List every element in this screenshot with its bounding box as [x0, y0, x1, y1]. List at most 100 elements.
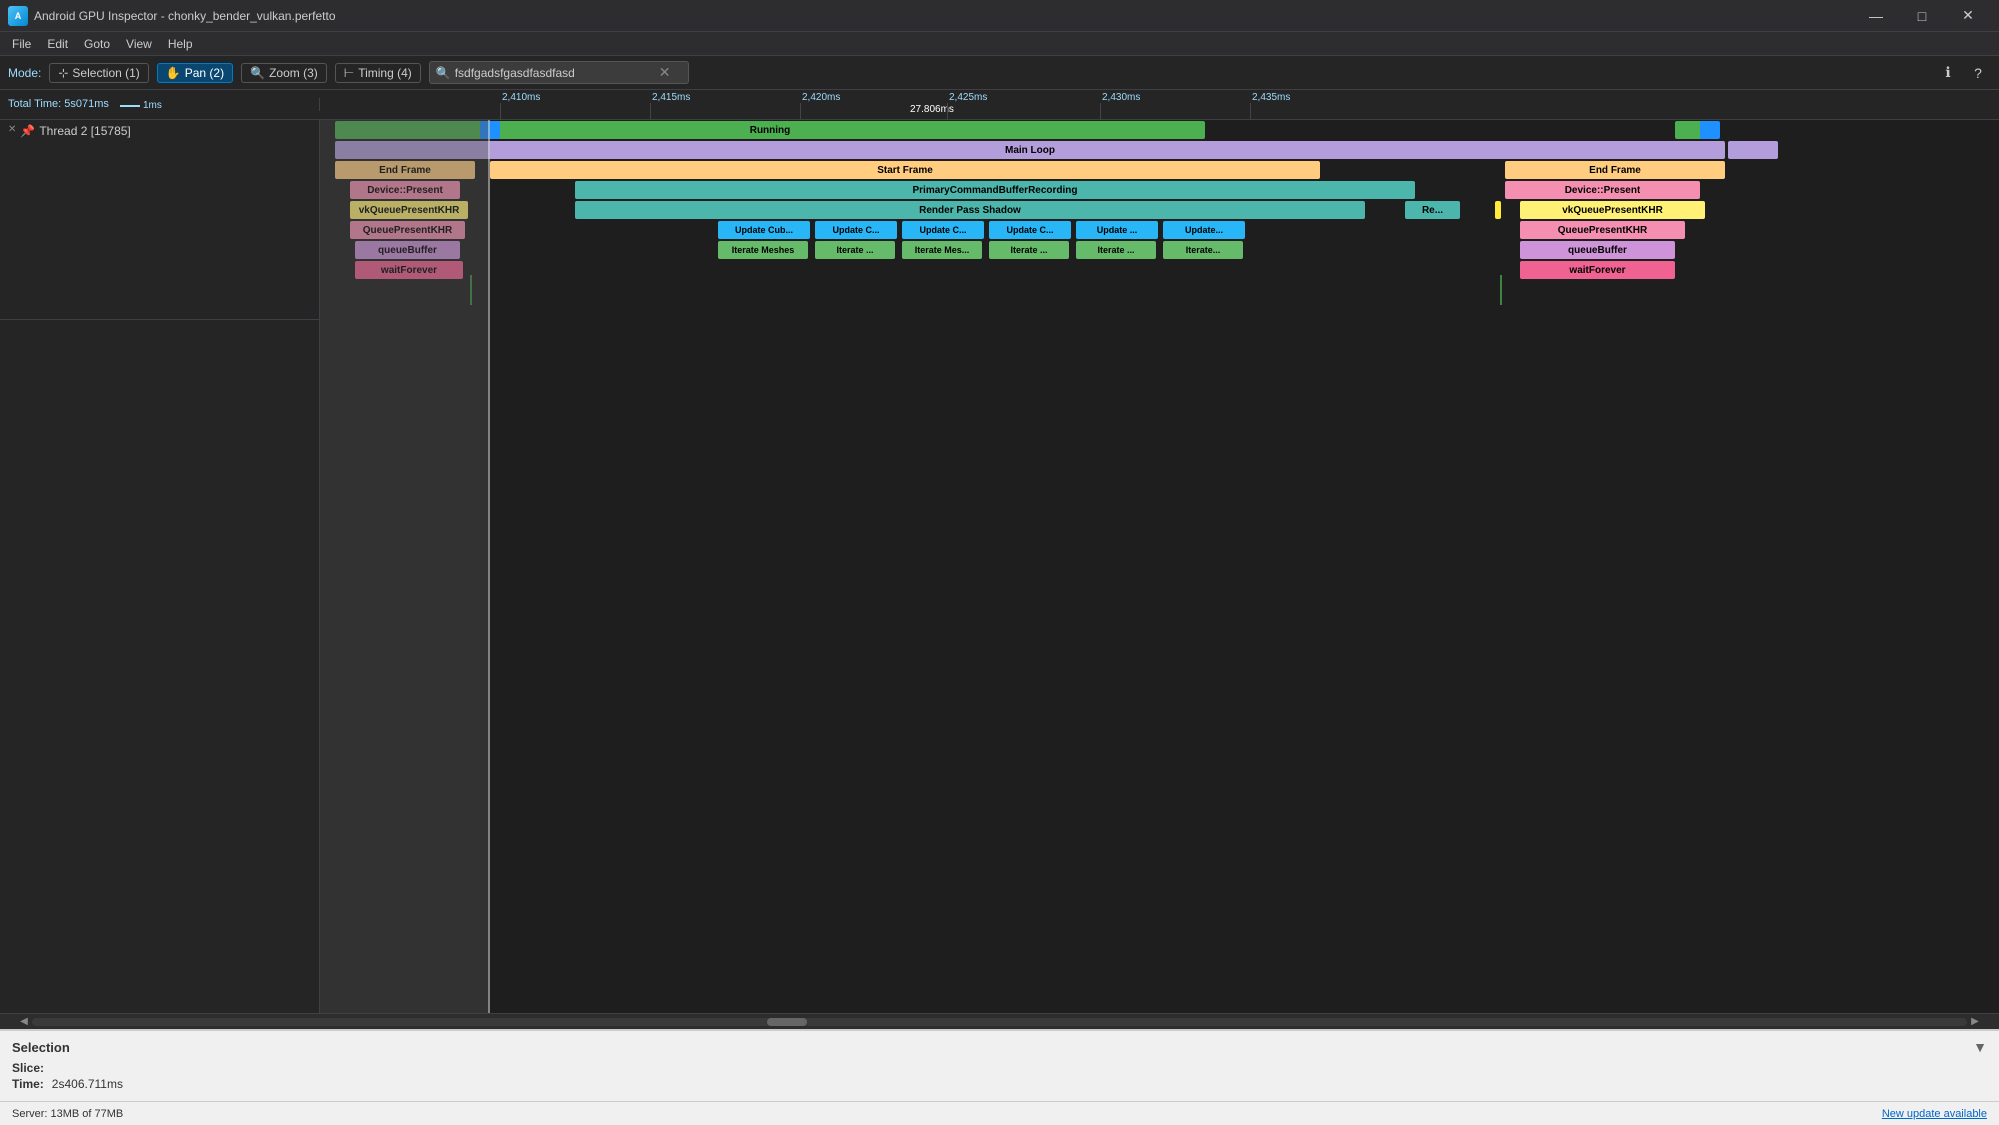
start-frame-span[interactable]: Start Frame [490, 161, 1320, 179]
title-text: Android GPU Inspector - chonky_bender_vu… [34, 9, 1853, 23]
render-pass-shadow-span[interactable]: Render Pass Shadow [575, 201, 1365, 219]
iterate-4-span[interactable]: Iterate... [1163, 241, 1243, 259]
menu-edit[interactable]: Edit [39, 35, 76, 53]
mode-zoom-button[interactable]: 🔍 Zoom (3) [241, 63, 327, 83]
frame-separator-1 [470, 275, 472, 305]
close-button[interactable]: ✕ [1945, 0, 1991, 32]
update-c1-span[interactable]: Update C... [815, 221, 897, 239]
device-present-span-1[interactable]: Device::Present [350, 181, 460, 199]
ruler-tick: 2,425ms [947, 90, 987, 119]
vkqueue-span-2[interactable]: vkQueuePresentKHR [1520, 201, 1705, 219]
queuepresent-span-2[interactable]: QueuePresentKHR [1520, 221, 1685, 239]
vkqueue-span-1[interactable]: vkQueuePresentKHR [350, 201, 468, 219]
update-cub-span[interactable]: Update Cub... [718, 221, 810, 239]
menu-view[interactable]: View [118, 35, 160, 53]
queuebuffer-track: queueBuffer Iterate Meshes Iterate ... I… [320, 240, 1999, 260]
mode-label: Mode: [8, 66, 41, 80]
scroll-left-button[interactable]: ◀ [16, 1016, 32, 1027]
update-c3-span[interactable]: Update C... [989, 221, 1071, 239]
time-value: 2s406.711ms [52, 1077, 123, 1091]
waitforever-span-2[interactable]: waitForever [1520, 261, 1675, 279]
timing-icon: ⊢ [344, 66, 354, 80]
device-present-span-2[interactable]: Device::Present [1505, 181, 1700, 199]
main-loop-track: Main Loop [320, 140, 1999, 160]
end-frame-span-2[interactable]: End Frame [1505, 161, 1725, 179]
selection-title: Selection [12, 1040, 70, 1055]
queuepresent-span-1[interactable]: QueuePresentKHR [350, 221, 465, 239]
queuebuffer-span-1[interactable]: queueBuffer [355, 241, 460, 259]
minimize-button[interactable]: — [1853, 0, 1899, 32]
search-clear-button[interactable]: ✕ [659, 64, 671, 81]
main-loop-span-2[interactable] [1728, 141, 1778, 159]
selection-collapse-button[interactable]: ▼ [1973, 1039, 1987, 1055]
timeline-left-header: Total Time: 5s071ms 1ms [0, 98, 320, 112]
re-span[interactable]: Re... [1405, 201, 1460, 219]
vkqueue-track: vkQueuePresentKHR Render Pass Shadow Re.… [320, 200, 1999, 220]
thread-pin-button[interactable]: 📌 [20, 124, 35, 138]
zoom-icon: 🔍 [250, 66, 265, 80]
horizontal-scrollbar[interactable]: ◀ ▶ [0, 1013, 1999, 1029]
slice-label: Slice: [12, 1061, 44, 1075]
scroll-right-button[interactable]: ▶ [1967, 1016, 1983, 1027]
status-bar: Server: 13MB of 77MB New update availabl… [0, 1101, 1999, 1125]
help-button[interactable]: ? [1965, 60, 1991, 86]
maximize-button[interactable]: □ [1899, 0, 1945, 32]
info-button[interactable]: ℹ [1935, 60, 1961, 86]
scale-line [120, 105, 140, 107]
selection-icon: ⊹ [58, 66, 68, 80]
iterate-mes-span[interactable]: Iterate Mes... [902, 241, 982, 259]
thread-label-row: ✕ 📌 Thread 2 [15785] [0, 120, 319, 320]
menu-goto[interactable]: Goto [76, 35, 118, 53]
bottom-panel: Selection ▼ Slice: Time: 2s406.711ms [0, 1029, 1999, 1101]
toolbar: Mode: ⊹ Selection (1) ✋ Pan (2) 🔍 Zoom (… [0, 56, 1999, 90]
pan-icon: ✋ [166, 66, 181, 80]
running-track: Running [320, 120, 1999, 140]
waitforever-track: waitForever waitForever [320, 260, 1999, 280]
iterate-1-span[interactable]: Iterate ... [815, 241, 895, 259]
running-blue-span[interactable] [480, 121, 500, 139]
primary-cmd-span[interactable]: PrimaryCommandBufferRecording [575, 181, 1415, 199]
iterate-meshes-span[interactable]: Iterate Meshes [718, 241, 808, 259]
window-controls: — □ ✕ [1853, 0, 1991, 32]
mode-selection-button[interactable]: ⊹ Selection (1) [49, 63, 148, 83]
iterate-3-span[interactable]: Iterate ... [1076, 241, 1156, 259]
time-row: Time: 2s406.711ms [12, 1077, 1987, 1091]
menu-file[interactable]: File [4, 35, 39, 53]
ruler-tick: 2,415ms [650, 90, 690, 119]
search-box: 🔍 ✕ [429, 61, 689, 84]
running-blue-span-2[interactable] [1700, 121, 1720, 139]
frame-track: End Frame Start Frame End Frame [320, 160, 1999, 180]
main-loop-span[interactable]: Main Loop [335, 141, 1725, 159]
running-span[interactable]: Running [335, 121, 1205, 139]
selection-header: Selection ▼ [12, 1039, 1987, 1055]
scroll-thumb[interactable] [767, 1018, 807, 1026]
update-4-span[interactable]: Update ... [1076, 221, 1158, 239]
total-time-label: Total Time: 5s071ms [8, 98, 109, 110]
time-label: Time: [12, 1077, 44, 1091]
search-input[interactable] [455, 66, 655, 80]
timeline-tracks[interactable]: Running Main Loop [320, 120, 1999, 1013]
mode-timing-button[interactable]: ⊢ Timing (4) [335, 63, 421, 83]
scroll-track[interactable] [32, 1018, 1967, 1026]
update-c2-span[interactable]: Update C... [902, 221, 984, 239]
ruler-tick: 2,420ms [800, 90, 840, 119]
yellow-indicator [1495, 201, 1501, 219]
iterate-2-span[interactable]: Iterate ... [989, 241, 1069, 259]
end-frame-span-1[interactable]: End Frame [335, 161, 475, 179]
title-bar: A Android GPU Inspector - chonky_bender_… [0, 0, 1999, 32]
menu-bar: File Edit Goto View Help [0, 32, 1999, 56]
device-present-track: Device::Present PrimaryCommandBufferReco… [320, 180, 1999, 200]
search-icon: 🔍 [436, 66, 451, 80]
mode-pan-button[interactable]: ✋ Pan (2) [157, 63, 233, 83]
update-link[interactable]: New update available [1882, 1108, 1987, 1120]
app-icon: A [8, 6, 28, 26]
queuebuffer-span-2[interactable]: queueBuffer [1520, 241, 1675, 259]
waitforever-span-1[interactable]: waitForever [355, 261, 463, 279]
menu-help[interactable]: Help [160, 35, 201, 53]
scale-indicator: 1ms [120, 100, 162, 111]
frame-separator-2 [1500, 275, 1502, 305]
update-5-span[interactable]: Update... [1163, 221, 1245, 239]
slice-row: Slice: [12, 1061, 1987, 1075]
timeline-ruler[interactable]: 27.806ms 2,410ms2,415ms2,420ms2,425ms2,4… [320, 90, 1999, 119]
thread-expand-button[interactable]: ✕ [8, 124, 16, 135]
